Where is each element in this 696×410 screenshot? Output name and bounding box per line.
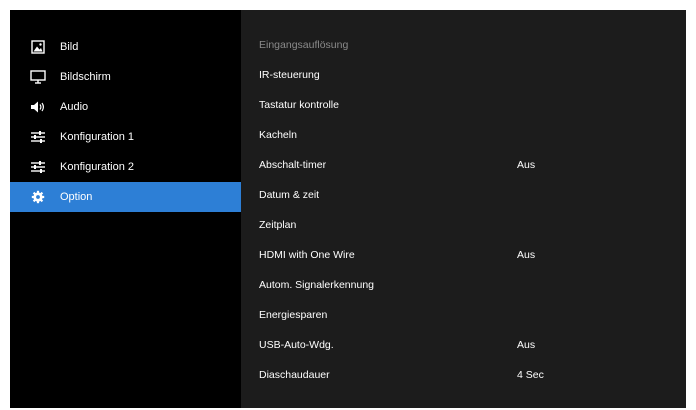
sidebar-item-label: Audio	[60, 101, 89, 113]
menu-row-autom-signalerkennung[interactable]: Autom. Signalerkennung	[241, 270, 686, 300]
sidebar-item-label: Bild	[60, 41, 79, 53]
menu-row-usb-auto-wdg[interactable]: USB-Auto-Wdg. Aus	[241, 330, 686, 360]
menu-row-eingangsaufloesung: Eingangsauflösung	[241, 30, 686, 60]
row-label: Kacheln	[259, 129, 297, 141]
menu-row-energiesparen[interactable]: Energiesparen	[241, 300, 686, 330]
sidebar-item-label: Bildschirm	[60, 71, 111, 83]
sidebar-item-konfiguration-2[interactable]: Konfiguration 2	[10, 152, 241, 182]
menu-row-zeitplan[interactable]: Zeitplan	[241, 210, 686, 240]
row-label: USB-Auto-Wdg.	[259, 339, 334, 351]
row-label: Abschalt-timer	[259, 159, 327, 171]
row-label: Tastatur kontrolle	[259, 99, 339, 111]
sidebar-item-label: Konfiguration 1	[60, 131, 134, 143]
sidebar: Bild Bildschirm Audio Konfiguration 1 Ko…	[10, 10, 241, 408]
monitor-icon	[30, 69, 46, 85]
menu-row-kacheln[interactable]: Kacheln	[241, 120, 686, 150]
row-label: Diaschaudauer	[259, 369, 330, 381]
sidebar-item-audio[interactable]: Audio	[10, 92, 241, 122]
gear-icon	[30, 189, 46, 205]
osd-menu: Bild Bildschirm Audio Konfiguration 1 Ko…	[10, 10, 686, 408]
picture-icon	[30, 39, 46, 55]
sidebar-item-label: Option	[60, 191, 93, 203]
row-label: Energiesparen	[259, 309, 328, 321]
row-label: HDMI with One Wire	[259, 249, 355, 261]
row-label: Eingangsauflösung	[259, 39, 349, 51]
menu-row-tastatur-kontrolle[interactable]: Tastatur kontrolle	[241, 90, 686, 120]
menu-row-hdmi-with-one-wire[interactable]: HDMI with One Wire Aus	[241, 240, 686, 270]
sidebar-item-label: Konfiguration 2	[60, 161, 134, 173]
row-label: Autom. Signalerkennung	[259, 279, 374, 291]
menu-row-datum-zeit[interactable]: Datum & zeit	[241, 180, 686, 210]
menu-row-ir-steuerung[interactable]: IR-steuerung	[241, 60, 686, 90]
sliders-icon	[30, 129, 46, 145]
row-value: 4 Sec	[517, 369, 544, 381]
sidebar-item-option[interactable]: Option	[10, 182, 241, 212]
sliders-icon	[30, 159, 46, 175]
row-label: Zeitplan	[259, 219, 297, 231]
row-value: Aus	[517, 249, 536, 261]
option-submenu: Eingangsauflösung IR-steuerung Tastatur …	[241, 10, 686, 408]
speaker-icon	[30, 99, 46, 115]
menu-row-abschalt-timer[interactable]: Abschalt-timer Aus	[241, 150, 686, 180]
row-label: Datum & zeit	[259, 189, 320, 201]
row-label: IR-steuerung	[259, 69, 320, 81]
sidebar-item-konfiguration-1[interactable]: Konfiguration 1	[10, 122, 241, 152]
row-value: Aus	[517, 159, 536, 171]
sidebar-item-bild[interactable]: Bild	[10, 32, 241, 62]
row-value: Aus	[517, 339, 536, 351]
menu-row-diaschaudauer[interactable]: Diaschaudauer 4 Sec	[241, 360, 686, 390]
sidebar-item-bildschirm[interactable]: Bildschirm	[10, 62, 241, 92]
